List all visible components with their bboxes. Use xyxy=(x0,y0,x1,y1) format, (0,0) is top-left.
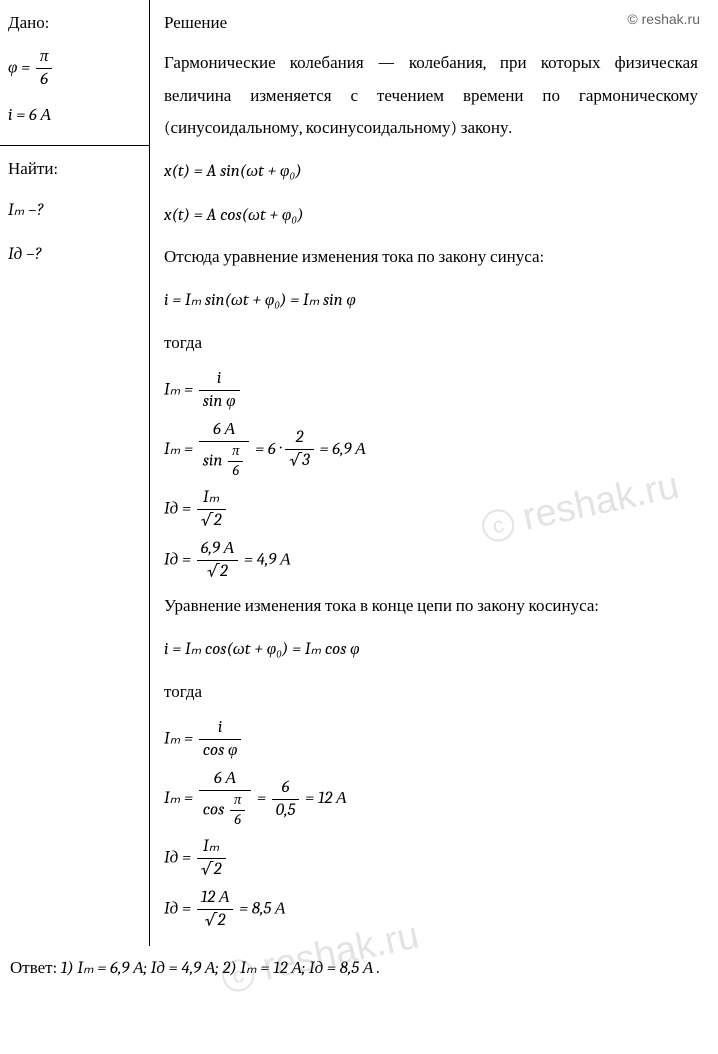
copyright-label: © reshak.ru xyxy=(627,6,700,33)
eq-id-cos-frac: Iд = Iₘ √2 xyxy=(164,836,698,881)
eq-im-cos-frac: Iₘ = i cos φ xyxy=(164,717,698,762)
answer-text: 1) Iₘ = 6,9 А; Iд = 4,9 А; 2) Iₘ = 12 А;… xyxy=(61,959,380,978)
eq-i-cos: i = Iₘ cos(ωt + φ₀) = Iₘ cos φ xyxy=(164,631,698,668)
given-phi: φ = π 6 xyxy=(8,46,139,91)
eq-im-sin-frac: Iₘ = i sin φ xyxy=(164,368,698,413)
eq-i-sin: i = Iₘ sin(ωt + φ₀) = Iₘ sin φ xyxy=(164,282,698,319)
eq-xt-sin: x(t) = A sin(ωt + φ₀) xyxy=(164,153,698,190)
find-id: Iд –? xyxy=(8,236,139,273)
eq-id-sin-calc: Iд = 6,9 А √2 = 4,9 А xyxy=(164,538,698,583)
eq-im-cos-calc: Iₘ = 6 А cos π 6 = 6 0,5 = 12 А xyxy=(164,768,698,830)
intro-text: Гармонические колебания — колебания, при… xyxy=(164,48,698,145)
divider xyxy=(0,145,149,146)
given-i: i = 6 А xyxy=(8,97,139,134)
eq-id-frac: Iд = Iₘ √2 xyxy=(164,487,698,532)
cos-law-text: Уравнение изменения тока в конце цепи по… xyxy=(164,591,698,623)
given-label: Дано: xyxy=(8,8,139,40)
sin-law-text: Отсюда уравнение изменения тока по закон… xyxy=(164,242,698,274)
answer-label: Ответ: xyxy=(10,959,61,978)
eq-im-sin-calc: Iₘ = 6 А sin π 6 = 6 · 2 √3 = 6,9 А xyxy=(164,419,698,481)
solution-column: © reshak.ru Решение Гармонические колеба… xyxy=(150,0,718,946)
eq-id-cos-calc: Iд = 12 А √2 = 8,5 А xyxy=(164,887,698,932)
then-1: тогда xyxy=(164,328,698,360)
answer-row: Ответ: 1) Iₘ = 6,9 А; Iд = 4,9 А; 2) Iₘ … xyxy=(0,947,718,991)
find-label: Найти: xyxy=(8,154,139,186)
eq-xt-cos: x(t) = A cos(ωt + φ₀) xyxy=(164,197,698,234)
solution-label: Решение xyxy=(164,8,698,40)
page-container: Дано: φ = π 6 i = 6 А Найти: Iₘ –? Iд –?… xyxy=(0,0,718,947)
find-im: Iₘ –? xyxy=(8,192,139,229)
then-2: тогда xyxy=(164,677,698,709)
given-column: Дано: φ = π 6 i = 6 А Найти: Iₘ –? Iд –? xyxy=(0,0,150,946)
